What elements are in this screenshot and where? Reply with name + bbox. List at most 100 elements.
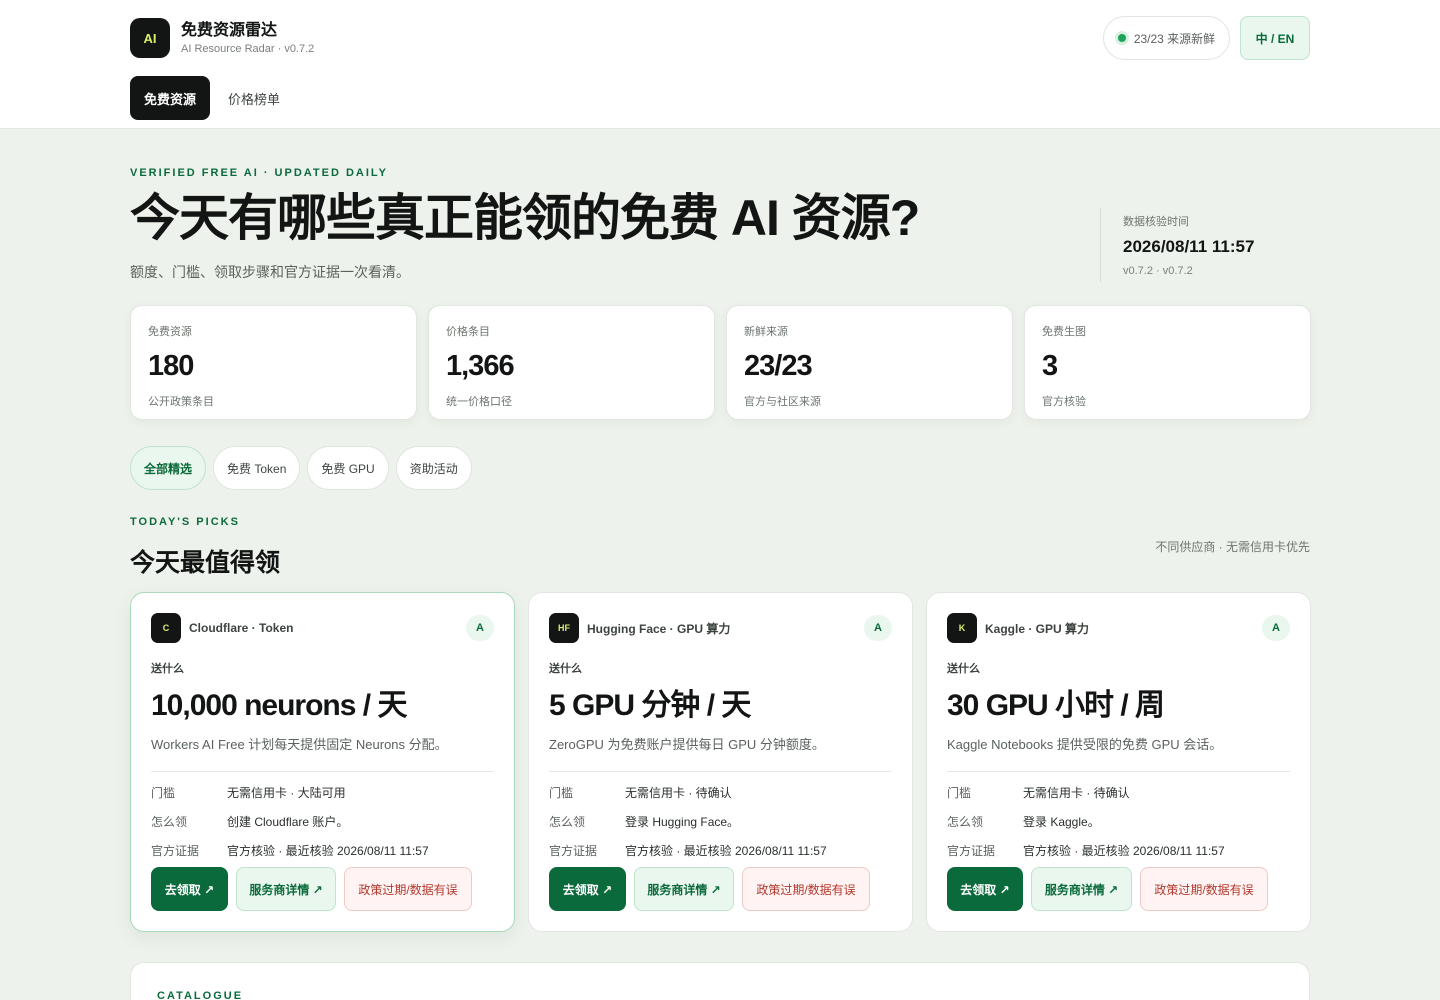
provider-logo: C <box>151 613 181 643</box>
evidence-row: 官方证据 官方核验 · 最近核验 2026/08/11 11:57 <box>549 842 892 859</box>
how-value: 登录 Kaggle。 <box>1023 815 1100 829</box>
app-name: 免费资源雷达 <box>181 22 278 39</box>
stat-value: 180 <box>148 350 194 382</box>
claim-button[interactable]: 去领取 ↗ <box>151 867 228 911</box>
report-error-button[interactable]: 政策过期/数据有误 <box>1140 867 1268 911</box>
page-title: 今天有哪些真正能领的免费 AI 资源? <box>130 190 920 246</box>
threshold-value: 无需信用卡 · 待确认 <box>1023 786 1130 800</box>
stat-value: 3 <box>1042 350 1058 382</box>
stat-value: 1,366 <box>446 350 515 382</box>
card-divider <box>549 771 892 772</box>
stat-label: 免费生图 <box>1042 326 1086 338</box>
stat-card-free-image-gen: 免费生图 3 官方核验 <box>1024 305 1311 420</box>
resource-card-kaggle: K Kaggle · GPU 算力 A 送什么 30 GPU 小时 / 周 Ka… <box>926 592 1311 932</box>
threshold-label: 门槛 <box>151 786 176 800</box>
how-row: 怎么领 登录 Hugging Face。 <box>549 813 892 830</box>
provider-name: Hugging Face · GPU 算力 <box>587 621 731 636</box>
provider-logo: K <box>947 613 977 643</box>
verification-time: 2026/08/11 11:57 <box>1123 237 1255 256</box>
filter-all-picks[interactable]: 全部精选 <box>130 446 207 490</box>
card-description: Kaggle Notebooks 提供受限的免费 GPU 会话。 <box>947 737 1223 752</box>
picks-title: 今天最值得领 <box>130 549 281 577</box>
stat-card-free-resources: 免费资源 180 公开政策条目 <box>130 305 417 420</box>
provider-name: Kaggle · GPU 算力 <box>985 621 1090 636</box>
language-toggle-button[interactable]: 中 / EN <box>1240 16 1310 60</box>
catalogue-section: CATALOGUE <box>130 962 1310 1000</box>
source-status-text: 23/23 来源新鲜 <box>1133 31 1216 46</box>
claim-button[interactable]: 去领取 ↗ <box>549 867 626 911</box>
evidence-label: 官方证据 <box>947 844 996 858</box>
free-amount: 10,000 neurons / 天 <box>151 689 407 722</box>
filter-chips: 全部精选 免费 Token 免费 GPU 资助活动 <box>130 446 472 490</box>
how-row: 怎么领 创建 Cloudflare 账户。 <box>151 813 494 830</box>
filter-free-gpu[interactable]: 免费 GPU <box>307 446 389 490</box>
card-description: Workers AI Free 计划每天提供固定 Neurons 分配。 <box>151 737 448 752</box>
how-value: 创建 Cloudflare 账户。 <box>227 815 349 829</box>
evidence-row: 官方证据 官方核验 · 最近核验 2026/08/11 11:57 <box>151 842 494 859</box>
filter-grants[interactable]: 资助活动 <box>395 446 472 490</box>
resource-card-hugging-face: HF Hugging Face · GPU 算力 A 送什么 5 GPU 分钟 … <box>528 592 913 932</box>
stat-note: 公开政策条目 <box>148 396 214 408</box>
grade-badge: A <box>466 615 494 641</box>
filter-free-token[interactable]: 免费 Token <box>213 446 301 490</box>
brand-text: 免费资源雷达 AI Resource Radar · v0.7.2 <box>181 21 314 55</box>
what-label: 送什么 <box>549 663 582 675</box>
source-status-badge[interactable]: 23/23 来源新鲜 <box>1103 16 1230 60</box>
status-dot-icon <box>1117 34 1126 42</box>
evidence-label: 官方证据 <box>151 844 200 858</box>
stat-label: 价格条目 <box>446 326 490 338</box>
app-logo: AI <box>130 18 170 58</box>
how-label: 怎么领 <box>947 815 984 829</box>
report-error-button[interactable]: 政策过期/数据有误 <box>742 867 870 911</box>
brand[interactable]: AI 免费资源雷达 AI Resource Radar · v0.7.2 <box>130 18 314 58</box>
main-nav: 免费资源 价格榜单 <box>130 76 280 120</box>
card-divider <box>151 771 494 772</box>
stat-label: 免费资源 <box>148 326 192 338</box>
provider-name: Cloudflare · Token <box>189 621 294 635</box>
page-subtitle: 额度、门槛、领取步骤和官方证据一次看清。 <box>130 264 410 280</box>
card-actions: 去领取 ↗ 服务商详情 ↗ 政策过期/数据有误 <box>151 867 472 911</box>
provider-details-button[interactable]: 服务商详情 ↗ <box>236 867 336 911</box>
threshold-label: 门槛 <box>549 786 574 800</box>
app-subtitle: AI Resource Radar · v0.7.2 <box>181 43 315 55</box>
evidence-value: 官方核验 · 最近核验 2026/08/11 11:57 <box>1023 844 1225 858</box>
card-header: K Kaggle · GPU 算力 A <box>947 613 1290 643</box>
evidence-value: 官方核验 · 最近核验 2026/08/11 11:57 <box>625 844 827 858</box>
provider-details-button[interactable]: 服务商详情 ↗ <box>1031 867 1132 911</box>
card-description: ZeroGPU 为免费账户提供每日 GPU 分钟额度。 <box>549 737 825 752</box>
how-label: 怎么领 <box>151 815 188 829</box>
what-label: 送什么 <box>947 663 980 675</box>
card-actions: 去领取 ↗ 服务商详情 ↗ 政策过期/数据有误 <box>947 867 1268 911</box>
tab-free-resources[interactable]: 免费资源 <box>130 76 211 120</box>
stat-note: 官方核验 <box>1042 396 1086 408</box>
threshold-row: 门槛 无需信用卡 · 待确认 <box>947 784 1290 801</box>
hero-eyebrow: VERIFIED FREE AI · UPDATED DAILY <box>130 167 388 179</box>
provider-details-button[interactable]: 服务商详情 ↗ <box>634 867 734 911</box>
stat-card-price-entries: 价格条目 1,366 统一价格口径 <box>428 305 715 420</box>
free-amount: 5 GPU 分钟 / 天 <box>549 689 751 722</box>
resource-card-cloudflare: C Cloudflare · Token A 送什么 10,000 neuron… <box>130 592 515 932</box>
tab-price-ranking[interactable]: 价格榜单 <box>228 76 280 120</box>
report-error-button[interactable]: 政策过期/数据有误 <box>344 867 472 911</box>
card-actions: 去领取 ↗ 服务商详情 ↗ 政策过期/数据有误 <box>549 867 870 911</box>
catalogue-eyebrow: CATALOGUE <box>157 990 244 1000</box>
verification-label: 数据核验时间 <box>1123 216 1189 228</box>
verification-panel: 数据核验时间 2026/08/11 11:57 v0.7.2 · v0.7.2 <box>1100 208 1254 282</box>
how-row: 怎么领 登录 Kaggle。 <box>947 813 1290 830</box>
card-header: C Cloudflare · Token A <box>151 613 494 643</box>
threshold-value: 无需信用卡 · 待确认 <box>625 786 732 800</box>
threshold-row: 门槛 无需信用卡 · 待确认 <box>549 784 892 801</box>
threshold-value: 无需信用卡 · 大陆可用 <box>227 786 346 800</box>
verification-version: v0.7.2 · v0.7.2 <box>1123 265 1193 277</box>
picks-cards: C Cloudflare · Token A 送什么 10,000 neuron… <box>130 592 1311 932</box>
how-label: 怎么领 <box>549 815 586 829</box>
threshold-label: 门槛 <box>947 786 972 800</box>
claim-button[interactable]: 去领取 ↗ <box>947 867 1023 911</box>
free-amount: 30 GPU 小时 / 周 <box>947 689 1165 722</box>
how-value: 登录 Hugging Face。 <box>625 815 740 829</box>
stat-note: 统一价格口径 <box>446 396 512 408</box>
grade-badge: A <box>1262 615 1290 641</box>
threshold-row: 门槛 无需信用卡 · 大陆可用 <box>151 784 494 801</box>
picks-note: 不同供应商 · 无需信用卡优先 <box>1155 540 1310 554</box>
evidence-value: 官方核验 · 最近核验 2026/08/11 11:57 <box>227 844 429 858</box>
